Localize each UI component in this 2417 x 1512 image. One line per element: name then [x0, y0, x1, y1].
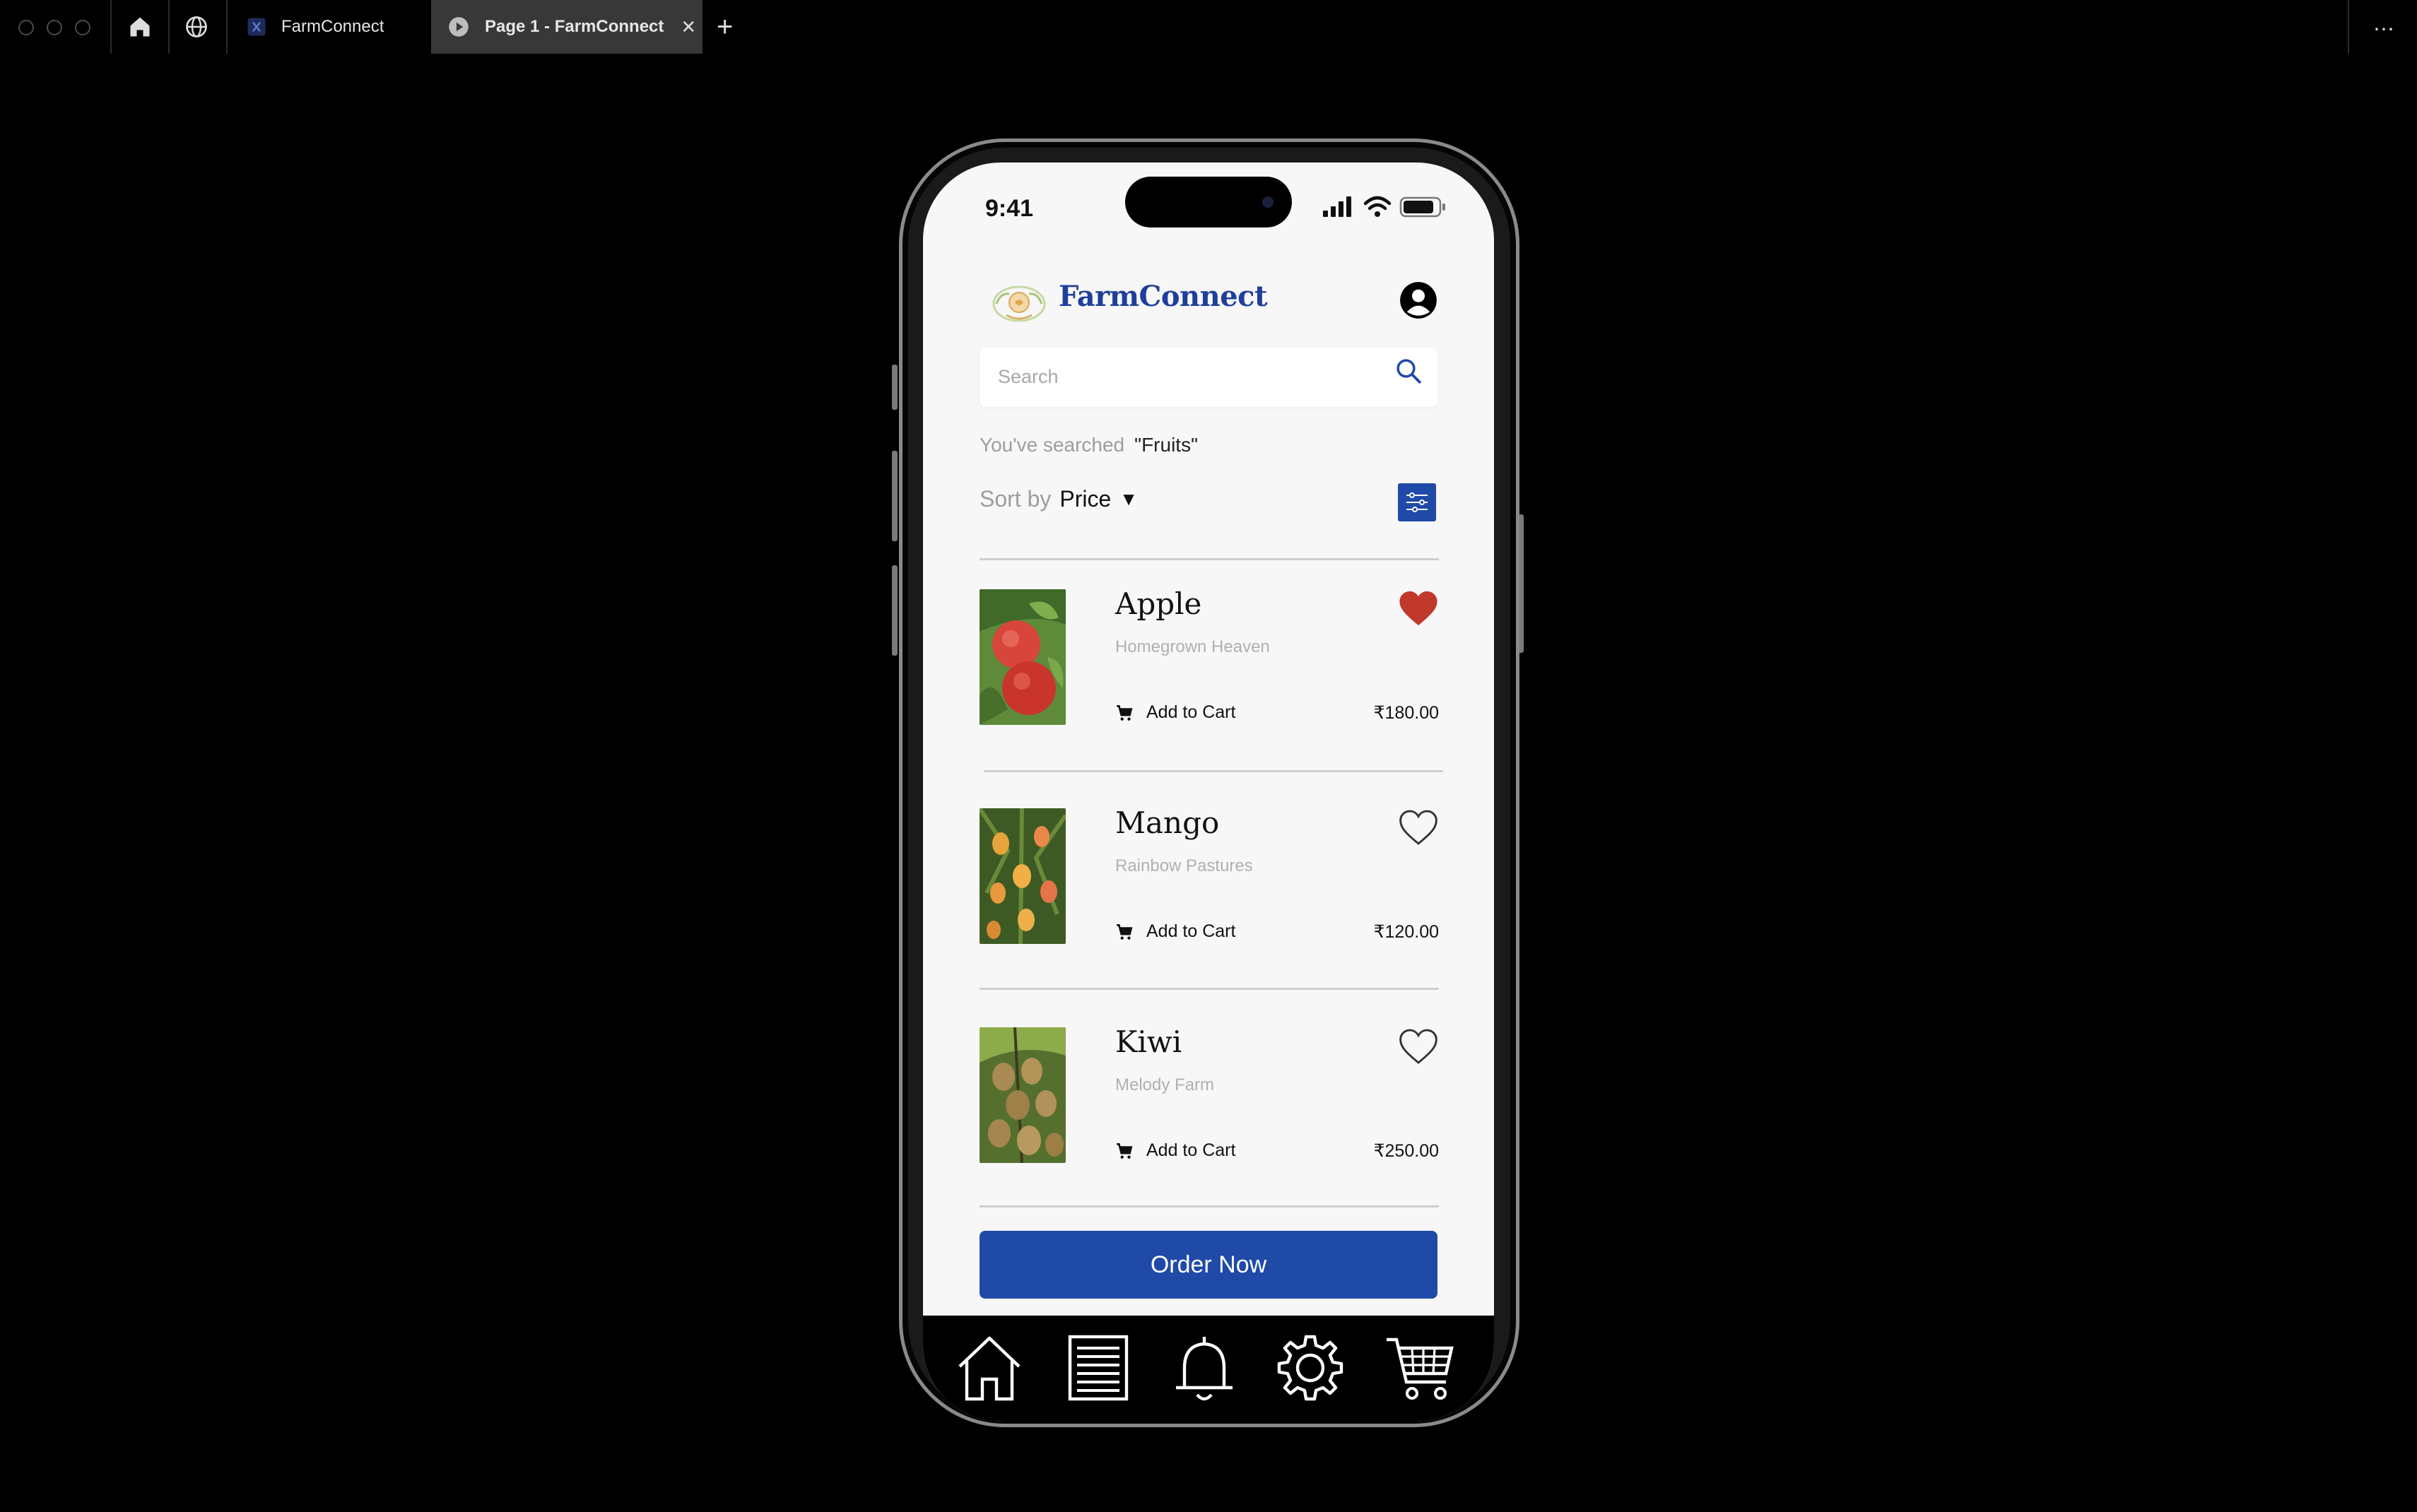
mango-product-image — [980, 808, 1066, 944]
user-profile-icon[interactable] — [1399, 281, 1437, 319]
search-box[interactable] — [980, 348, 1437, 407]
tab-label: FarmConnect — [281, 17, 384, 36]
cart-small-icon — [1117, 923, 1133, 940]
heart-filled-icon[interactable] — [1398, 589, 1439, 627]
tab-farmconnect-file[interactable]: FarmConnect — [228, 0, 431, 54]
new-tab-button[interactable]: + — [717, 11, 733, 43]
window-close-dot[interactable] — [18, 20, 34, 35]
product-price: ₹120.00 — [1373, 922, 1439, 942]
product-farm: Rainbow Pastures — [1115, 856, 1253, 875]
searched-term: "Fruits" — [1134, 434, 1199, 456]
product-price: ₹180.00 — [1373, 703, 1439, 723]
sort-value: Price — [1059, 486, 1112, 512]
bell-icon[interactable] — [1168, 1331, 1241, 1405]
sort-label: Sort by — [980, 486, 1052, 512]
product-price: ₹250.00 — [1373, 1141, 1439, 1161]
add-to-cart-label: Add to Cart — [1146, 702, 1236, 722]
product-farm: Melody Farm — [1115, 1075, 1215, 1094]
product-name: Kiwi — [1115, 1024, 1182, 1059]
list-divider — [980, 558, 1439, 560]
add-to-cart-label: Add to Cart — [1146, 921, 1236, 941]
tab-page-1[interactable]: Page 1 - FarmConnect ✕ — [431, 0, 702, 54]
phone-action-button — [892, 365, 898, 410]
cart-small-icon — [1117, 1142, 1133, 1159]
toolbar-divider — [168, 0, 170, 54]
list-divider — [980, 1205, 1439, 1207]
product-item-apple[interactable]: Apple Homegrown Heaven Add to Cart ₹180.… — [980, 586, 1439, 731]
add-to-cart-button[interactable]: Add to Cart — [1115, 921, 1235, 942]
more-options-icon[interactable]: ⋯ — [2373, 17, 2396, 42]
filter-button[interactable] — [1398, 483, 1436, 521]
toolbar-divider — [110, 0, 112, 54]
phone-volume-down — [892, 565, 898, 656]
signal-icon — [1323, 196, 1351, 217]
add-to-cart-label: Add to Cart — [1146, 1140, 1236, 1160]
phone-volume-up — [892, 451, 898, 541]
product-item-kiwi[interactable]: Kiwi Melody Farm Add to Cart ₹250.00 — [980, 1024, 1439, 1169]
heart-outline-icon[interactable] — [1398, 808, 1439, 846]
bottom-nav-bar — [923, 1316, 1494, 1422]
kiwi-product-image — [980, 1027, 1066, 1163]
figma-file-icon — [247, 18, 266, 36]
list-divider — [980, 988, 1439, 990]
phone-screen: 9:41 FarmConnect Search You've searched … — [923, 163, 1494, 1422]
home-icon[interactable] — [953, 1331, 1026, 1405]
cart-small-icon — [1117, 704, 1133, 721]
list-divider — [984, 770, 1443, 772]
home-icon[interactable] — [127, 14, 153, 40]
apple-product-image — [980, 589, 1066, 725]
close-tab-icon[interactable]: ✕ — [681, 16, 696, 38]
window-zoom-dot[interactable] — [75, 20, 90, 35]
play-icon — [449, 17, 469, 37]
status-time: 9:41 — [985, 195, 1034, 222]
caret-down-icon: ▼ — [1119, 488, 1139, 509]
status-icons — [1323, 196, 1445, 218]
search-input[interactable] — [998, 366, 1365, 388]
product-name: Mango — [1115, 805, 1220, 840]
product-farm: Homegrown Heaven — [1115, 637, 1270, 656]
globe-icon[interactable] — [184, 14, 209, 40]
filter-sliders-icon — [1406, 492, 1428, 512]
tab-label: Page 1 - FarmConnect — [485, 17, 664, 36]
brand-title: FarmConnect — [1059, 280, 1268, 313]
searched-prefix: You've searched — [980, 434, 1125, 456]
toolbar-divider — [2348, 0, 2349, 54]
order-now-button[interactable]: Order Now — [980, 1231, 1437, 1299]
camera-dot — [1262, 196, 1274, 208]
dynamic-island — [1125, 177, 1292, 228]
sort-dropdown[interactable]: Sort by Price ▼ — [980, 486, 1138, 512]
searched-summary: You've searched "Fruits" — [980, 434, 1198, 456]
window-minimize-dot[interactable] — [47, 20, 62, 35]
wifi-icon — [1363, 196, 1392, 217]
add-to-cart-button[interactable]: Add to Cart — [1115, 1140, 1235, 1161]
search-icon[interactable] — [1394, 356, 1423, 386]
heart-outline-icon[interactable] — [1398, 1027, 1439, 1065]
browser-toolbar: FarmConnect Page 1 - FarmConnect ✕ + ⋯ — [0, 0, 2417, 54]
settings-gear-icon[interactable] — [1274, 1331, 1347, 1405]
orders-list-icon[interactable] — [1062, 1331, 1135, 1405]
battery-icon — [1399, 196, 1445, 218]
product-name: Apple — [1115, 586, 1202, 621]
add-to-cart-button[interactable]: Add to Cart — [1115, 702, 1235, 723]
cart-icon[interactable] — [1384, 1331, 1457, 1405]
farmconnect-logo-icon — [992, 285, 1046, 322]
product-item-mango[interactable]: Mango Rainbow Pastures Add to Cart ₹120.… — [980, 805, 1439, 950]
